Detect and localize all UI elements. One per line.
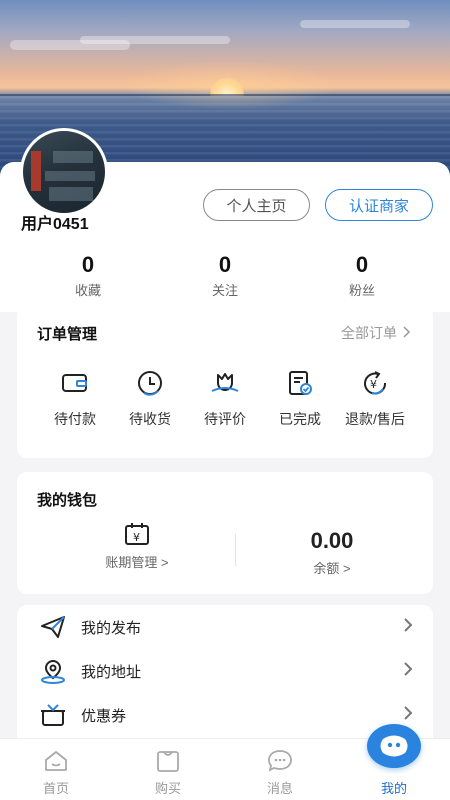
tab-label: 我的: [380, 781, 407, 796]
order-label: 待评价: [204, 411, 246, 427]
billing-management[interactable]: ¥ 账期管理 >: [77, 522, 197, 571]
bag-icon: [154, 747, 182, 775]
divider: [235, 534, 236, 566]
send-icon: [39, 613, 67, 641]
balance-value: 0.00: [310, 528, 354, 553]
chevron-right-icon: [403, 325, 411, 341]
stat-label: 收藏: [74, 283, 101, 298]
order-pending-payment[interactable]: 待付款: [35, 366, 115, 429]
chevron-right-icon: [403, 661, 413, 681]
tab-buy[interactable]: 购买: [112, 739, 224, 800]
tab-messages[interactable]: 消息: [224, 739, 336, 800]
order-management-title: 订单管理: [37, 326, 98, 343]
calendar-yen-icon: ¥: [77, 522, 197, 546]
order-pending-receipt[interactable]: 待收货: [110, 366, 190, 429]
document-check-icon: [283, 366, 317, 400]
stat-label: 粉丝: [348, 283, 375, 298]
avatar[interactable]: [20, 128, 108, 216]
tab-home[interactable]: 首页: [0, 739, 112, 800]
chevron-right-icon: [403, 705, 413, 725]
order-label: 待收货: [129, 411, 171, 427]
svg-text:¥: ¥: [133, 531, 140, 544]
stat-value: 0: [81, 252, 95, 277]
menu-label: 我的发布: [81, 619, 142, 637]
balance-label: 余额 >: [313, 561, 351, 576]
all-orders-link[interactable]: 全部订单: [341, 323, 411, 343]
order-pending-review[interactable]: 待评价: [185, 366, 265, 429]
wallet-card: 我的钱包 ¥ 账期管理 > 0.00 余额 >: [17, 472, 433, 594]
all-orders-label: 全部订单: [341, 325, 397, 341]
wallet-icon: [58, 366, 92, 400]
menu-item-my-posts[interactable]: 我的发布: [17, 605, 433, 649]
chat-icon: [266, 747, 294, 775]
balance[interactable]: 0.00 余额 >: [267, 528, 397, 577]
stat-label: 关注: [211, 283, 238, 298]
menu-item-coupons[interactable]: 优惠券: [17, 693, 433, 737]
flower-icon: [208, 366, 242, 400]
stats-row: 0 收藏 0 关注 0 粉丝: [0, 252, 450, 302]
order-refund[interactable]: ¥ 退款/售后: [335, 366, 415, 429]
tab-label: 消息: [266, 781, 293, 796]
order-completed[interactable]: 已完成: [260, 366, 340, 429]
tab-label: 购买: [154, 781, 181, 796]
personal-homepage-button[interactable]: 个人主页: [203, 189, 310, 221]
order-management-card: 订单管理 全部订单 待付款 待收货 待评价 已完成 ¥ 退款/售后: [17, 306, 433, 458]
order-label: 退款/售后: [345, 411, 405, 427]
billing-label: 账期管理 >: [105, 555, 169, 570]
stat-favorites[interactable]: 0 收藏: [43, 252, 133, 299]
chevron-right-icon: [403, 617, 413, 637]
menu-label: 我的地址: [81, 663, 142, 681]
gift-icon: [39, 701, 67, 729]
stat-value: 0: [355, 252, 369, 277]
menu-item-my-address[interactable]: 我的地址: [17, 649, 433, 693]
location-icon: [39, 657, 67, 685]
tab-label: 首页: [42, 781, 69, 796]
menu-list: 我的发布 我的地址 优惠券: [17, 605, 433, 745]
stat-followers[interactable]: 0 粉丝: [317, 252, 407, 299]
stat-following[interactable]: 0 关注: [180, 252, 270, 299]
order-label: 待付款: [54, 411, 96, 427]
svg-text:¥: ¥: [370, 378, 377, 391]
profile-face-icon[interactable]: [367, 724, 421, 768]
stat-value: 0: [218, 252, 232, 277]
order-label: 已完成: [279, 411, 321, 427]
clock-icon: [133, 366, 167, 400]
wallet-title: 我的钱包: [37, 492, 98, 509]
certify-merchant-button[interactable]: 认证商家: [325, 189, 433, 221]
menu-label: 优惠券: [81, 707, 127, 725]
refund-icon: ¥: [358, 366, 392, 400]
username: 用户0451: [21, 216, 89, 233]
home-icon: [42, 747, 70, 775]
